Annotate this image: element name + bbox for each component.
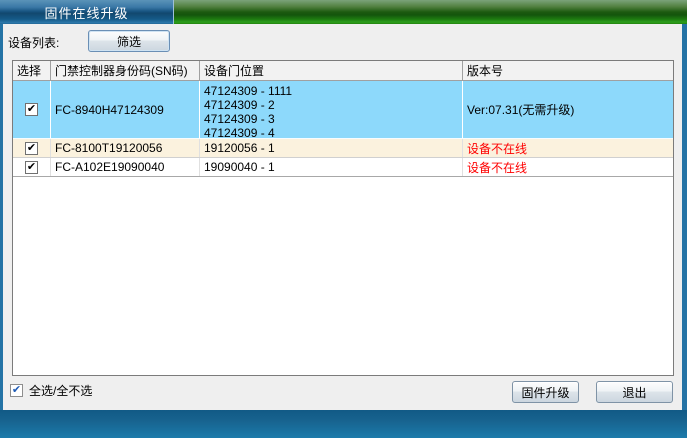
sn-cell: FC-8940H47124309	[51, 81, 200, 138]
header-select: 选择	[13, 61, 51, 80]
device-table: 选择 门禁控制器身份码(SN码) 设备门位置 版本号 FC-8940H47124…	[12, 60, 674, 376]
header-version: 版本号	[463, 61, 673, 80]
window-title: 固件在线升级	[44, 3, 128, 22]
header-sn: 门禁控制器身份码(SN码)	[51, 61, 200, 80]
door-position-cell: 47124309 - 1111 47124309 - 2 47124309 - …	[200, 81, 463, 138]
select-all-label: 全选/全不选	[29, 382, 92, 399]
row-checkbox-cell	[13, 139, 51, 157]
door-line: 47124309 - 2	[204, 98, 458, 112]
window-border-left	[0, 24, 3, 410]
table-row[interactable]: FC-8100T19120056 19120056 - 1 设备不在线	[13, 139, 673, 158]
table-row[interactable]: FC-A102E19090040 19090040 - 1 设备不在线	[13, 158, 673, 177]
row-checkbox[interactable]	[25, 103, 38, 116]
version-cell: 设备不在线	[463, 139, 673, 157]
device-list-label: 设备列表:	[8, 34, 59, 51]
firmware-upgrade-dialog: 固件在线升级 设备列表: 筛选 选择 门禁控制器身份码(SN码) 设备门位置 版…	[0, 0, 687, 438]
door-line: 47124309 - 1111	[204, 84, 458, 98]
window-border-right	[682, 24, 687, 410]
row-checkbox[interactable]	[25, 142, 38, 155]
row-checkbox[interactable]	[25, 161, 38, 174]
table-header-row: 选择 门禁控制器身份码(SN码) 设备门位置 版本号	[13, 61, 673, 81]
door-position-cell: 19090040 - 1	[200, 158, 463, 176]
row-checkbox-cell	[13, 158, 51, 176]
version-cell: Ver:07.31(无需升级)	[463, 81, 673, 138]
firmware-upgrade-button[interactable]: 固件升级	[512, 381, 579, 403]
exit-button[interactable]: 退出	[596, 381, 673, 403]
version-cell: 设备不在线	[463, 158, 673, 176]
door-line: 47124309 - 4	[204, 126, 458, 140]
row-checkbox-cell	[13, 81, 51, 138]
select-all-checkbox[interactable]	[10, 384, 23, 397]
title-tab: 固件在线升级	[0, 0, 174, 24]
title-bar: 固件在线升级	[0, 0, 687, 24]
select-all-wrap: 全选/全不选	[10, 382, 92, 399]
window-footer-band	[0, 410, 687, 438]
filter-button[interactable]: 筛选	[88, 30, 170, 52]
door-position-cell: 19120056 - 1	[200, 139, 463, 157]
header-door-position: 设备门位置	[200, 61, 463, 80]
door-line: 47124309 - 3	[204, 112, 458, 126]
title-bar-fill	[174, 0, 687, 24]
sn-cell: FC-A102E19090040	[51, 158, 200, 176]
table-row[interactable]: FC-8940H47124309 47124309 - 1111 4712430…	[13, 81, 673, 139]
sn-cell: FC-8100T19120056	[51, 139, 200, 157]
